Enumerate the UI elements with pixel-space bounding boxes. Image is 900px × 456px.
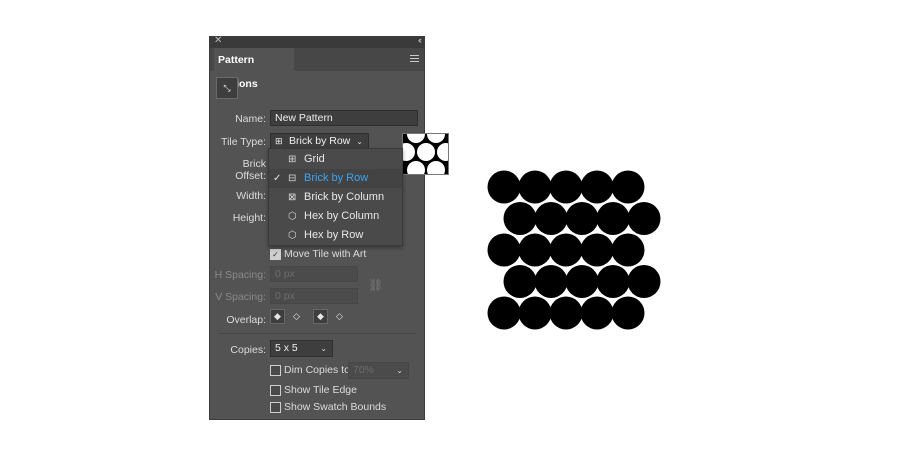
- dropdown-item-label: Grid: [304, 153, 325, 165]
- pattern-artwork: [487, 170, 661, 330]
- pattern-circle: [487, 170, 521, 204]
- pattern-circle: [549, 170, 583, 204]
- hex-row-icon: ⬡: [288, 230, 297, 241]
- dropdown-item-label: Hex by Row: [304, 229, 364, 241]
- dropdown-item-label: Brick by Column: [304, 191, 385, 203]
- tile-type-dropdown: ⊞ Grid ✓ ⊟ Brick by Row ⊠ Brick by Colum…: [268, 148, 403, 246]
- dropdown-item-hex-by-row[interactable]: ⬡ Hex by Row: [269, 226, 402, 245]
- pattern-circle: [627, 202, 661, 235]
- checkmark-icon: ✓: [273, 173, 282, 184]
- pattern-circle: [549, 233, 583, 267]
- brick-row-icon: ⊟: [288, 173, 297, 184]
- dropdown-item-label: Brick by Row: [304, 172, 369, 184]
- pattern-circle: [518, 233, 552, 267]
- dropdown-item-label: Hex by Column: [304, 210, 380, 222]
- pattern-circle: [611, 170, 645, 204]
- dropdown-item-brick-by-row[interactable]: ✓ ⊟ Brick by Row: [269, 169, 402, 188]
- pattern-circle: [534, 202, 568, 235]
- pattern-circle: [503, 265, 537, 298]
- pattern-circle: [565, 202, 599, 235]
- pattern-circle: [596, 202, 630, 235]
- pattern-circle: [580, 170, 614, 204]
- pattern-circles: [487, 170, 661, 330]
- grid-icon: ⊞: [288, 154, 297, 165]
- pattern-circle: [518, 170, 552, 204]
- pattern-circle: [596, 265, 630, 298]
- pattern-circle: [580, 233, 614, 267]
- dropdown-item-hex-by-column[interactable]: ⬡ Hex by Column: [269, 207, 402, 226]
- pattern-circle: [487, 296, 521, 330]
- pattern-circle: [611, 296, 645, 330]
- dropdown-item-brick-by-column[interactable]: ⊠ Brick by Column: [269, 188, 402, 207]
- pattern-circle: [534, 265, 568, 298]
- pattern-circle: [487, 233, 521, 267]
- pattern-circle: [627, 265, 661, 298]
- hex-column-icon: ⬡: [288, 211, 297, 222]
- pattern-circle: [565, 265, 599, 298]
- pattern-circle: [549, 296, 583, 330]
- dropdown-item-grid[interactable]: ⊞ Grid: [269, 150, 402, 169]
- brick-column-icon: ⊠: [288, 192, 297, 203]
- pattern-circle: [580, 296, 614, 330]
- pattern-circle: [611, 233, 645, 267]
- pattern-circle: [518, 296, 552, 330]
- pattern-circle: [503, 202, 537, 235]
